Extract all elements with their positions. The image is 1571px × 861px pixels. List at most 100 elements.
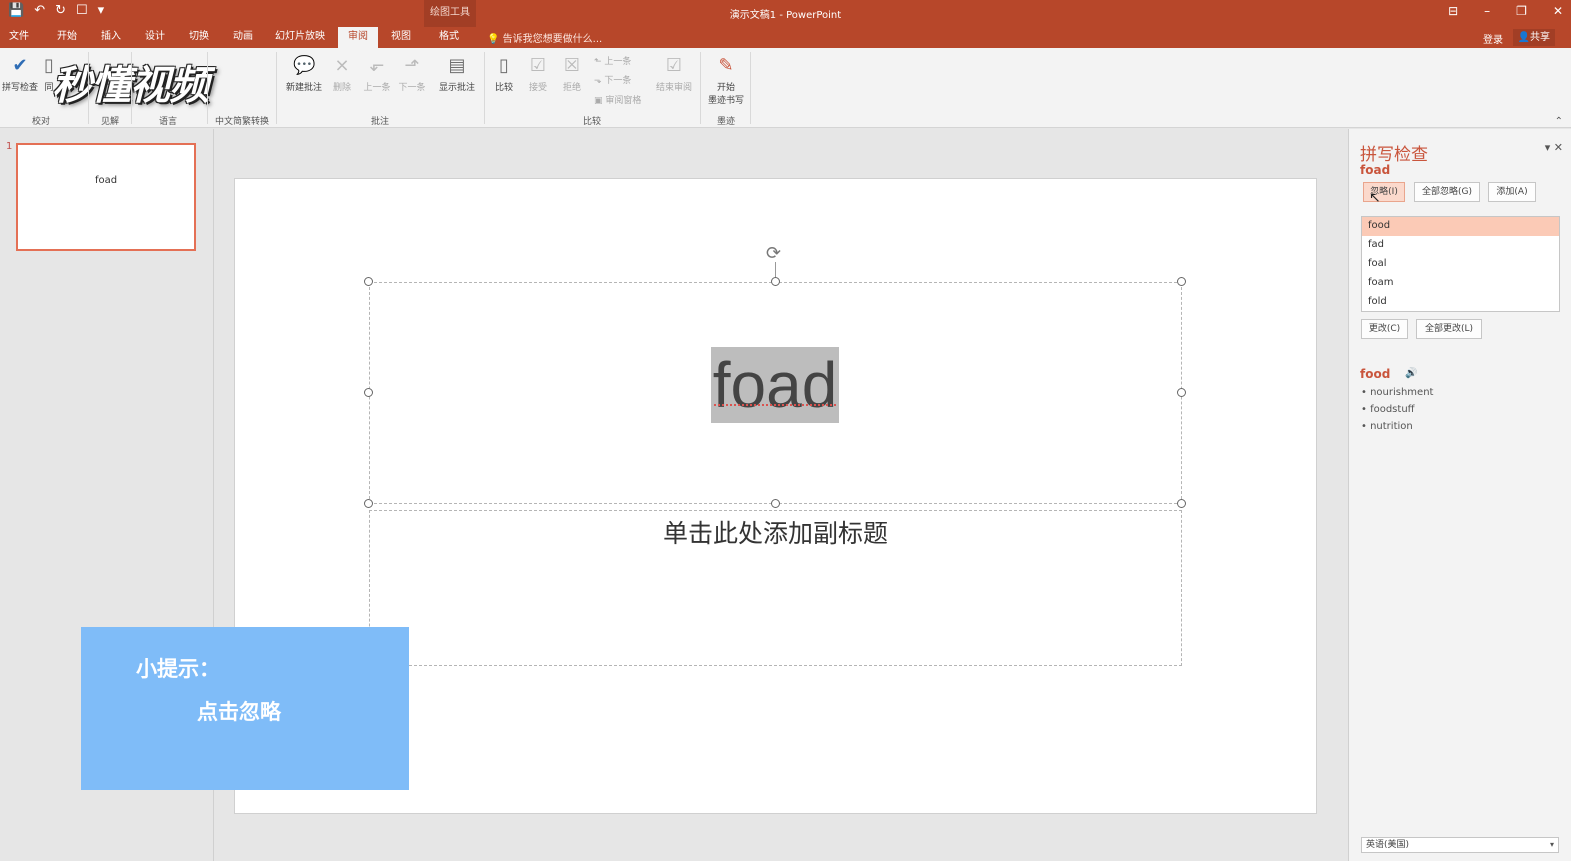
resize-handle[interactable] [771, 277, 780, 286]
slide-thumbnail[interactable]: foad [16, 143, 196, 251]
start-inking-label: 开始 [716, 83, 735, 93]
compare-button[interactable]: ▯ 比较 [490, 54, 518, 93]
restore-icon[interactable]: ❐ [1516, 4, 1527, 18]
subtitle-placeholder-text[interactable]: 单击此处添加副标题 [369, 514, 1182, 550]
spelling-pane: 拼写检查 ▾ ✕ foad 忽略(I) 全部忽略(G) 添加(A) food f… [1348, 129, 1571, 861]
previous-comment-button[interactable]: ⬐ 上一条 [360, 54, 394, 93]
previous-change-icon: ⬑ [594, 57, 602, 67]
slide-title-text[interactable]: foad [711, 347, 839, 423]
resize-handle[interactable] [771, 499, 780, 508]
add-button[interactable]: 添加(A) [1488, 182, 1536, 202]
suggestion-item[interactable]: foam [1362, 274, 1559, 293]
spelling-pane-title: 拼写检查 [1360, 145, 1428, 165]
synonym-text: nourishment [1370, 387, 1434, 398]
delete-comment-label: 删除 [332, 83, 351, 93]
synonym-text: nutrition [1370, 421, 1413, 432]
tip-heading: 小提示： [136, 657, 220, 681]
tab-view[interactable]: 视图 [384, 27, 418, 48]
accept-button[interactable]: ☑ 接受 [524, 54, 552, 93]
resize-handle[interactable] [1177, 277, 1186, 286]
group-divider [276, 52, 277, 124]
next-change-label: 下一条 [604, 76, 632, 86]
next-change-button[interactable]: ⬎ 下一条 [594, 73, 631, 86]
spell-check-button[interactable]: ✔ 拼写检查 [0, 54, 40, 93]
tab-format[interactable]: 格式 [432, 27, 466, 48]
tab-design[interactable]: 设计 [138, 27, 172, 48]
tab-transitions[interactable]: 切换 [182, 27, 216, 48]
resize-handle[interactable] [364, 499, 373, 508]
delete-comment-button[interactable]: ⨯ 删除 [328, 54, 356, 93]
close-icon[interactable]: ✕ [1553, 4, 1563, 18]
resize-handle[interactable] [364, 277, 373, 286]
tab-insert[interactable]: 插入 [94, 27, 128, 48]
synonym-text: foodstuff [1370, 404, 1415, 415]
start-inking-label-2: 墨迹书写 [707, 96, 744, 106]
pane-close-icon[interactable]: ✕ [1554, 141, 1563, 154]
group-comments: 批注 [370, 117, 389, 127]
definition-word: food [1360, 367, 1391, 381]
end-review-button[interactable]: ☑ 结束审阅 [652, 54, 696, 93]
language-value: 英语(美国) [1366, 840, 1410, 850]
group-language: 语言 [158, 117, 177, 127]
reject-button[interactable]: ☒ 拒绝 [558, 54, 586, 93]
end-review-label: 结束审阅 [655, 83, 692, 93]
collapse-ribbon-icon[interactable]: ⌃ [1555, 116, 1563, 127]
suggestion-item[interactable]: fold [1362, 293, 1559, 312]
share-label: 共享 [1530, 32, 1550, 43]
misspelled-word: foad [1360, 163, 1391, 177]
previous-change-button[interactable]: ⬑ 上一条 [594, 54, 631, 67]
compare-icon: ▯ [499, 55, 509, 76]
ribbon-tabs: 文件 开始 插入 设计 切换 动画 幻灯片放映 审阅 视图 格式 💡 告诉我您想… [0, 27, 1571, 48]
change-all-button[interactable]: 全部更改(L) [1416, 319, 1482, 339]
tab-review[interactable]: 审阅 [338, 27, 378, 48]
synonym-item: • nourishment [1361, 387, 1434, 398]
share-button[interactable]: 👤共享 [1512, 29, 1555, 46]
tab-home[interactable]: 开始 [50, 27, 84, 48]
start-inking-button[interactable]: ✎ 开始 墨迹书写 [704, 54, 748, 106]
reviewing-pane-button[interactable]: ▣ 审阅窗格 [594, 93, 641, 106]
resize-handle[interactable] [364, 388, 373, 397]
speaker-icon[interactable]: 🔊 [1405, 368, 1417, 379]
suggestion-item[interactable]: food [1362, 217, 1559, 236]
new-comment-label: 新建批注 [285, 83, 322, 93]
show-comments-label: 显示批注 [438, 83, 475, 93]
ribbon: ✔ 拼写检查 ▯ 同 查找 秒懂视频 💬 新建批注 ⨯ 删除 ⬐ 上一条 ⬏ 下… [0, 48, 1571, 128]
group-divider [750, 52, 751, 124]
group-chinese-conversion: 中文简繁转换 [214, 117, 269, 127]
next-comment-button[interactable]: ⬏ 下一条 [395, 54, 429, 93]
next-comment-label: 下一条 [398, 83, 426, 93]
delete-comment-icon: ⨯ [334, 55, 350, 76]
previous-change-label: 上一条 [604, 57, 632, 67]
group-divider [88, 52, 89, 124]
previous-comment-label: 上一条 [363, 83, 391, 93]
minimize-icon[interactable]: – [1484, 4, 1490, 18]
spelling-error-underline [714, 404, 836, 406]
reject-label: 拒绝 [562, 83, 581, 93]
signin-link[interactable]: 登录 [1483, 31, 1503, 46]
accept-icon: ☑ [529, 55, 547, 76]
ignore-all-button[interactable]: 全部忽略(G) [1414, 182, 1480, 202]
show-comments-button[interactable]: ▤ 显示批注 [435, 54, 479, 93]
compare-label: 比较 [494, 83, 513, 93]
group-insights: 见解 [100, 117, 119, 127]
group-divider [484, 52, 485, 124]
change-button[interactable]: 更改(C) [1361, 319, 1408, 339]
group-compare: 比较 [582, 117, 601, 127]
rotate-handle-icon[interactable]: ⟳ [766, 243, 781, 264]
suggestions-list[interactable]: food fad foal foam fold [1361, 216, 1560, 312]
language-select[interactable]: 英语(美国) ▾ [1361, 837, 1559, 853]
tell-me-search[interactable]: 💡 告诉我您想要做什么... [487, 30, 602, 45]
suggestion-item[interactable]: foal [1362, 255, 1559, 274]
tab-file[interactable]: 文件 [4, 27, 34, 48]
tab-slideshow[interactable]: 幻灯片放映 [268, 27, 332, 48]
pane-options-icon[interactable]: ▾ [1545, 141, 1551, 154]
tab-animations[interactable]: 动画 [226, 27, 260, 48]
new-comment-button[interactable]: 💬 新建批注 [283, 54, 325, 93]
suggestion-item[interactable]: fad [1362, 236, 1559, 255]
ribbon-display-icon[interactable]: ⊟ [1448, 4, 1458, 18]
new-comment-icon: 💬 [293, 55, 316, 76]
next-change-icon: ⬎ [594, 76, 602, 86]
resize-handle[interactable] [1177, 499, 1186, 508]
resize-handle[interactable] [1177, 388, 1186, 397]
window-controls: ⊟ – ❐ ✕ [1448, 4, 1563, 18]
